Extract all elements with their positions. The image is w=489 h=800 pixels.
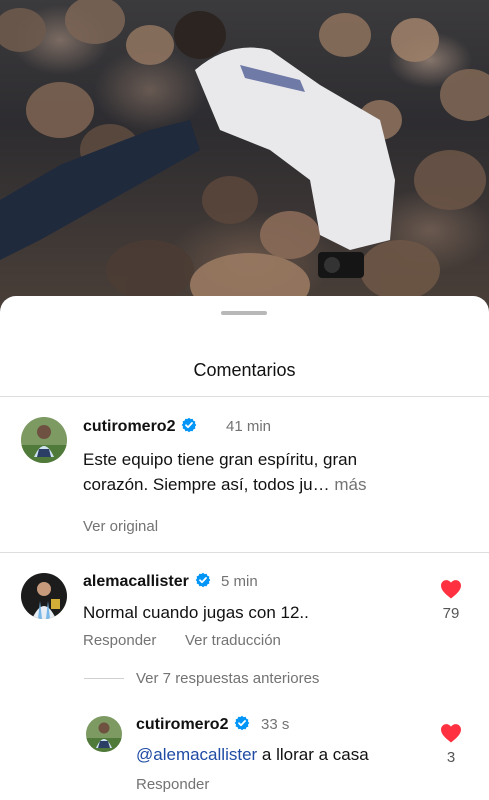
comment-divider	[0, 552, 489, 553]
post-photo	[0, 0, 489, 310]
sheet-title: Comentarios	[193, 360, 296, 380]
avatar[interactable]	[21, 417, 67, 463]
translate-link[interactable]: Ver traducción	[185, 632, 281, 649]
avatar[interactable]	[86, 716, 122, 752]
reply-text: @alemacallister a llorar a casa	[136, 745, 369, 764]
comment-time: 5 min	[221, 573, 258, 590]
mention-link[interactable]: @alemacallister	[136, 745, 257, 764]
view-previous-replies[interactable]: Ver 7 respuestas anteriores	[136, 670, 319, 687]
comment-username[interactable]: alemacallister	[83, 572, 211, 591]
reply-button[interactable]: Responder	[83, 632, 156, 649]
more-link[interactable]: más	[334, 475, 366, 494]
comment-username[interactable]: cutiromero2	[83, 417, 197, 436]
like-count: 79	[442, 605, 460, 622]
comments-sheet: Comentarios cutiromero2 41 min Este equi…	[0, 296, 489, 800]
comment-time: 41 min	[226, 418, 272, 435]
reply-time: 33 s	[261, 716, 290, 733]
reply-button[interactable]: Responder	[136, 776, 209, 793]
verified-badge-icon	[235, 715, 250, 731]
like-count: 3	[446, 749, 456, 766]
see-original-link[interactable]: Ver original	[83, 518, 158, 535]
comment-text: Este equipo tiene gran espíritu, gran co…	[83, 450, 367, 494]
verified-badge-icon	[195, 572, 211, 588]
header-divider	[0, 396, 489, 397]
drag-handle[interactable]	[221, 311, 267, 315]
verified-badge-icon	[182, 417, 197, 433]
comment-text: Normal cuando jugas con 12..	[83, 603, 309, 622]
heart-filled-icon[interactable]	[440, 579, 462, 599]
avatar[interactable]	[21, 573, 67, 619]
heart-filled-icon[interactable]	[440, 723, 462, 743]
reply-username[interactable]: cutiromero2	[136, 715, 250, 734]
thread-line	[84, 678, 124, 679]
